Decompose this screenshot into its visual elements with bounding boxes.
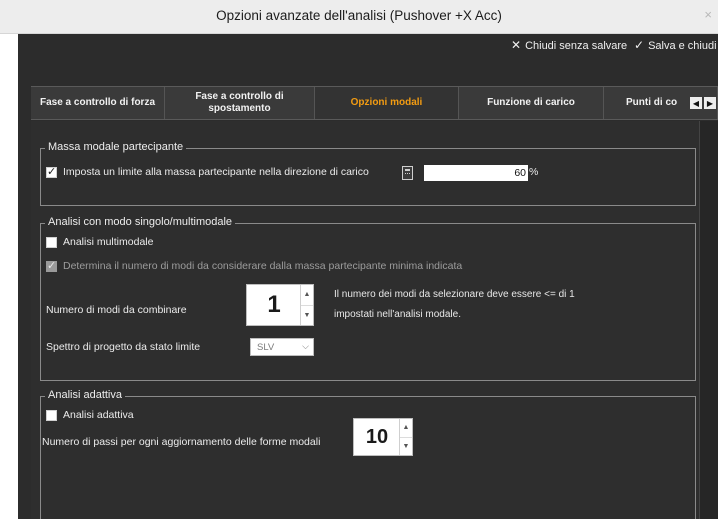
tab-label: Opzioni modali xyxy=(350,97,423,108)
adaptive-group: Analisi adattiva xyxy=(40,389,696,519)
close-icon[interactable]: × xyxy=(704,7,712,22)
steps-label: Numero di passi per ogni aggiornamento d… xyxy=(42,436,321,448)
save-and-close-button[interactable]: ✓ Salva e chiudi xyxy=(634,38,717,52)
x-icon: ✕ xyxy=(511,38,522,52)
mass-limit-checkbox[interactable] xyxy=(46,165,57,178)
mass-limit-input[interactable]: 60 xyxy=(424,165,528,181)
adaptive-row: Analisi adattiva xyxy=(46,409,134,421)
check-icon: ✓ xyxy=(634,38,645,52)
close-without-saving-button[interactable]: ✕ Chiudi senza salvare xyxy=(511,38,627,52)
spectrum-label: Spettro di progetto da stato limite xyxy=(46,341,201,353)
multimodal-checkbox[interactable] xyxy=(46,236,57,248)
info-line-2: impostati nell'analisi modale. xyxy=(334,309,461,320)
info-line-1: Il numero dei modi da selezionare deve e… xyxy=(334,289,575,300)
vertical-scrollbar[interactable] xyxy=(699,121,718,519)
close-without-saving-label: Chiudi senza salvare xyxy=(525,40,628,52)
tab-modal-options[interactable]: Opzioni modali xyxy=(315,87,459,119)
calculator-icon[interactable] xyxy=(402,166,413,180)
tab-label: Funzione di carico xyxy=(487,97,575,108)
adaptive-checkbox[interactable] xyxy=(46,409,57,421)
steps-stepper[interactable]: 10 ▲ ▼ xyxy=(353,418,413,456)
action-bar: ✕ Chiudi senza salvare ✓ Salva e chiudi xyxy=(18,35,718,57)
multimodal-row: Analisi multimodale xyxy=(46,236,153,248)
percent-unit: % xyxy=(529,166,539,178)
stepper-up-icon[interactable]: ▲ xyxy=(301,285,313,305)
spectrum-select-value: SLV xyxy=(257,341,275,353)
adaptive-label: Analisi adattiva xyxy=(63,409,134,421)
determine-modes-checkbox[interactable] xyxy=(46,259,57,272)
stepper-buttons: ▲ ▼ xyxy=(399,419,412,455)
save-and-close-label: Salva e chiudi xyxy=(648,40,717,52)
modes-to-combine-value: 1 xyxy=(267,291,281,318)
adaptive-legend: Analisi adattiva xyxy=(45,389,125,401)
mass-limit-row: Imposta un limite alla massa partecipant… xyxy=(46,165,369,178)
single-multimodal-legend: Analisi con modo singolo/multimodale xyxy=(45,216,236,228)
modal-mass-legend: Massa modale partecipante xyxy=(45,141,187,153)
mass-limit-label: Imposta un limite alla massa partecipant… xyxy=(63,166,369,178)
tab-label: Punti di co xyxy=(626,97,678,108)
window-left-edge xyxy=(0,34,18,519)
tab-label: Fase a controllo di spostamento xyxy=(195,91,284,114)
tab-load-function[interactable]: Funzione di carico xyxy=(459,87,604,119)
multimodal-label: Analisi multimodale xyxy=(63,236,154,248)
modes-to-combine-label: Numero di modi da combinare xyxy=(46,304,187,316)
stepper-buttons: ▲ ▼ xyxy=(300,285,313,325)
tab-scroll-right-icon[interactable]: ▶ xyxy=(704,97,716,109)
title-bar: Opzioni avanzate dell'analisi (Pushover … xyxy=(0,0,718,34)
steps-value: 10 xyxy=(365,425,389,448)
stepper-down-icon[interactable]: ▼ xyxy=(400,436,412,456)
spectrum-select[interactable]: SLV ⌵ xyxy=(250,338,314,356)
stepper-down-icon[interactable]: ▼ xyxy=(301,304,313,326)
tab-scroll-arrows: ◀ ▶ xyxy=(690,97,716,109)
tab-displacement-control[interactable]: Fase a controllo di spostamento xyxy=(165,87,315,119)
modes-info-text: Il numero dei modi da selezionare deve e… xyxy=(334,285,634,325)
tab-label: Fase a controllo di forza xyxy=(39,97,156,108)
determine-modes-label: Determina il numero di modi da considera… xyxy=(63,260,463,272)
modes-to-combine-stepper[interactable]: 1 ▲ ▼ xyxy=(246,284,314,326)
window-title: Opzioni avanzate dell'analisi (Pushover … xyxy=(216,8,502,23)
tab-scroll-left-icon[interactable]: ◀ xyxy=(690,97,702,109)
stepper-up-icon[interactable]: ▲ xyxy=(400,419,412,437)
tab-force-control[interactable]: Fase a controllo di forza xyxy=(31,87,165,119)
tab-bar: Fase a controllo di forza Fase a control… xyxy=(31,86,718,120)
determine-modes-row: Determina il numero di modi da considera… xyxy=(46,259,463,272)
chevron-down-icon: ⌵ xyxy=(302,341,309,351)
